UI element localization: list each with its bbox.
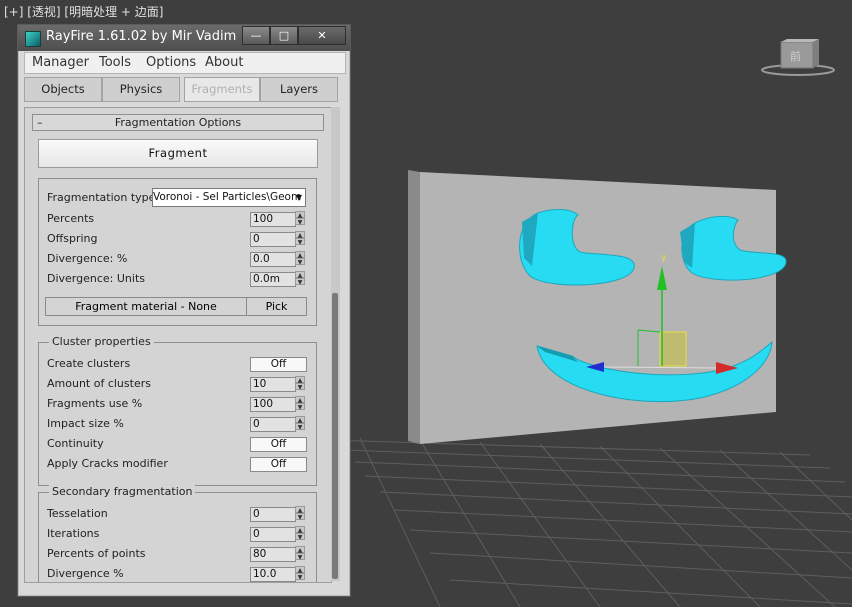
amount-clusters-label: Amount of clusters [47, 377, 151, 390]
window-title: RayFire 1.61.02 by Mir Vadim [46, 29, 237, 44]
title-bar[interactable]: RayFire 1.61.02 by Mir Vadim — □ ✕ [18, 25, 350, 51]
amount-clusters-spinner[interactable]: ▲ ▼ [295, 376, 305, 391]
cluster-properties-group: Cluster properties Create clusters Off A… [38, 335, 317, 486]
divergence-secondary-input[interactable]: 10.0 [250, 567, 296, 582]
fragment-material-button[interactable]: Fragment material - None [46, 298, 247, 315]
create-clusters-label: Create clusters [47, 357, 131, 370]
divergence-units-label: Divergence: Units [47, 272, 145, 285]
rollout-title: Fragmentation Options [114, 116, 242, 129]
tesselation-spinner[interactable]: ▲ ▼ [295, 506, 305, 521]
fragmentation-options-rollout[interactable]: – Fragmentation Options [32, 114, 324, 131]
percents-points-label: Percents of points [47, 547, 146, 560]
collapse-icon[interactable]: – [37, 115, 43, 130]
fragments-use-spinner[interactable]: ▲ ▼ [295, 396, 305, 411]
impact-size-spinner[interactable]: ▲ ▼ [295, 416, 305, 431]
divergence-pct-label: Divergence: % [47, 252, 128, 265]
app-icon [25, 31, 41, 47]
percents-label: Percents [47, 212, 95, 225]
percents-spinner[interactable]: ▲ ▼ [295, 211, 305, 226]
impact-size-label: Impact size % [47, 417, 124, 430]
menu-options[interactable]: Options [146, 55, 196, 70]
fragments-panel: – Fragmentation Options Fragment Fragmen… [24, 107, 332, 583]
iterations-spinner[interactable]: ▲ ▼ [295, 526, 305, 541]
tesselation-label: Tesselation [47, 507, 108, 520]
svg-text:y: y [661, 253, 667, 263]
apply-cracks-toggle[interactable]: Off [250, 457, 307, 472]
offspring-spinner[interactable]: ▲ ▼ [295, 231, 305, 246]
iterations-label: Iterations [47, 527, 100, 540]
divergence-secondary-label: Divergence % [47, 567, 124, 580]
create-clusters-toggle[interactable]: Off [250, 357, 307, 372]
fragment-material-bar: Fragment material - None Pick [45, 297, 307, 316]
viewport-label[interactable]: [+] [透视] [明暗处理 + 边面] [4, 3, 163, 20]
maximize-button[interactable]: □ [270, 26, 298, 45]
tesselation-input[interactable]: 0 [250, 507, 296, 522]
divergence-secondary-spinner[interactable]: ▲ ▼ [295, 566, 305, 581]
tab-layers[interactable]: Layers [260, 77, 338, 102]
frag-type-dropdown[interactable]: Voronoi - Sel Particles\Geom ▼ [152, 188, 306, 207]
cluster-group-title: Cluster properties [49, 335, 154, 348]
iterations-input[interactable]: 0 [250, 527, 296, 542]
impact-size-input[interactable]: 0 [250, 417, 296, 432]
tab-objects[interactable]: Objects [24, 77, 102, 102]
divergence-units-spinner[interactable]: ▲ ▼ [295, 271, 305, 286]
apply-cracks-label: Apply Cracks modifier [47, 457, 168, 470]
frag-type-value: Voronoi - Sel Particles\Geom [153, 191, 302, 203]
menu-bar: Manager Tools Options About [24, 52, 346, 74]
percents-points-spinner[interactable]: ▲ ▼ [295, 546, 305, 561]
wall-side [408, 170, 420, 444]
viewcube[interactable]: 前 [760, 38, 836, 78]
tab-bar: Objects Physics Fragments Layers [24, 77, 344, 104]
percents-points-input[interactable]: 80 [250, 547, 296, 562]
secondary-fragmentation-group: Secondary fragmentation Tesselation 0 ▲ ▼… [38, 485, 317, 582]
panel-scrollbar[interactable] [331, 107, 340, 581]
percents-input[interactable]: 100 [250, 212, 296, 227]
offspring-input[interactable]: 0 [250, 232, 296, 247]
fragments-use-label: Fragments use % [47, 397, 143, 410]
frag-type-label: Fragmentation type [47, 191, 156, 204]
scrollbar-thumb[interactable] [332, 293, 338, 579]
divergence-pct-spinner[interactable]: ▲ ▼ [295, 251, 305, 266]
chevron-down-icon: ▼ [295, 193, 302, 202]
fragments-use-input[interactable]: 100 [250, 397, 296, 412]
menu-about[interactable]: About [205, 55, 243, 70]
continuity-toggle[interactable]: Off [250, 437, 307, 452]
fragmentation-group: Fragmentation type Voronoi - Sel Particl… [38, 178, 317, 326]
tab-physics[interactable]: Physics [102, 77, 180, 102]
menu-manager[interactable]: Manager [32, 55, 89, 70]
minimize-button[interactable]: — [242, 26, 270, 45]
amount-clusters-input[interactable]: 10 [250, 377, 296, 392]
tab-fragments[interactable]: Fragments [184, 77, 260, 102]
secondary-group-title: Secondary fragmentation [49, 485, 196, 498]
ground-grid [329, 437, 852, 607]
viewcube-face-label: 前 [790, 49, 801, 63]
rayfire-window: RayFire 1.61.02 by Mir Vadim — □ ✕ Manag… [17, 24, 351, 597]
close-button[interactable]: ✕ [298, 26, 346, 45]
offspring-label: Offspring [47, 232, 98, 245]
pick-button[interactable]: Pick [247, 298, 306, 315]
continuity-label: Continuity [47, 437, 104, 450]
wall-front [420, 172, 776, 444]
menu-tools[interactable]: Tools [99, 55, 131, 70]
fragment-button[interactable]: Fragment [38, 139, 318, 168]
divergence-pct-input[interactable]: 0.0 [250, 252, 296, 267]
divergence-units-input[interactable]: 0.0m [250, 272, 296, 287]
